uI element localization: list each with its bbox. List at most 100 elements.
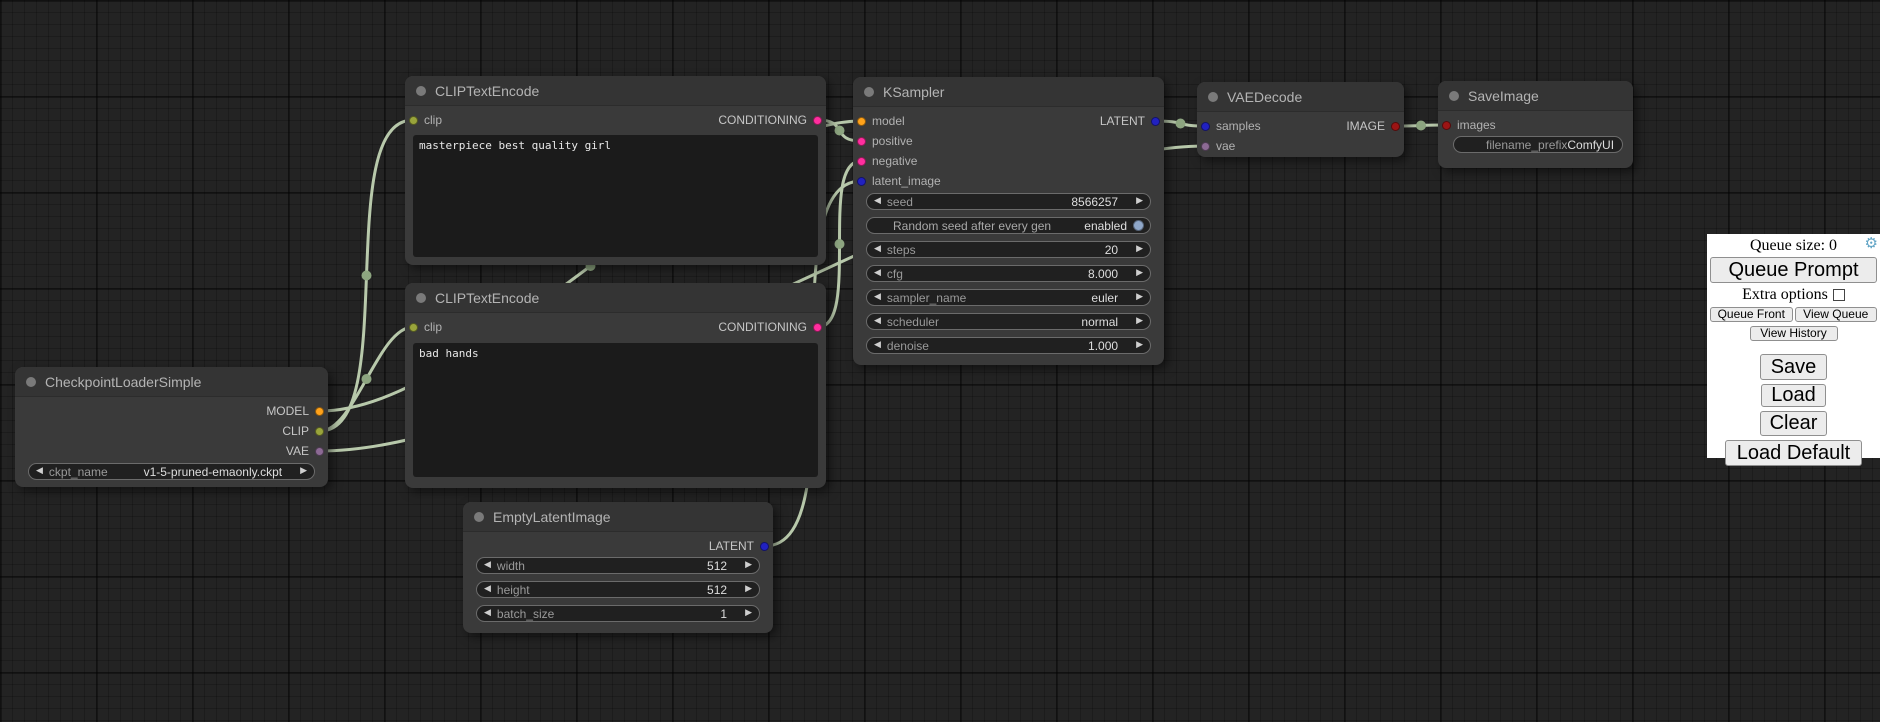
increment-arrow-icon[interactable] [300, 467, 307, 476]
node-save-image[interactable]: SaveImage images filename_prefix ComfyUI [1438, 81, 1633, 168]
decrement-arrow-icon[interactable] [484, 585, 491, 594]
output-label: IMAGE [1346, 119, 1385, 133]
widget-seed[interactable]: seed 8566257 [866, 193, 1151, 210]
input-slot-positive[interactable] [857, 137, 866, 146]
load-default-button[interactable]: Load Default [1725, 440, 1862, 466]
decrement-arrow-icon[interactable] [874, 341, 881, 350]
output-slot-latent[interactable] [760, 542, 769, 551]
output-slot-vae[interactable] [315, 447, 324, 456]
input-slot-negative[interactable] [857, 157, 866, 166]
decrement-arrow-icon[interactable] [874, 317, 881, 326]
node-collapse-dot[interactable] [864, 87, 874, 97]
increment-arrow-icon[interactable] [1136, 269, 1143, 278]
decrement-arrow-icon[interactable] [874, 293, 881, 302]
increment-arrow-icon[interactable] [1136, 317, 1143, 326]
decrement-arrow-icon[interactable] [874, 269, 881, 278]
output-label: LATENT [1100, 114, 1145, 128]
link-midpoint-dot[interactable] [362, 271, 372, 281]
widget-filename-prefix[interactable]: filename_prefix ComfyUI [1453, 136, 1623, 153]
widget-width[interactable]: width 512 [476, 557, 760, 574]
widget-ckpt-name[interactable]: ckpt_name v1-5-pruned-emaonly.ckpt [28, 463, 315, 480]
settings-gear-icon[interactable]: ⚙ [1865, 236, 1878, 251]
widget-cfg[interactable]: cfg 8.000 [866, 265, 1151, 282]
input-slot-latent-image[interactable] [857, 177, 866, 186]
node-collapse-dot[interactable] [416, 293, 426, 303]
node-clip-text-encode-positive[interactable]: CLIPTextEncode clip CONDITIONING masterp… [405, 76, 826, 265]
node-title-bar[interactable]: VAEDecode [1197, 82, 1404, 112]
increment-arrow-icon[interactable] [745, 585, 752, 594]
node-title-bar[interactable]: SaveImage [1438, 81, 1633, 111]
extra-options-label: Extra options [1742, 286, 1828, 304]
node-title-bar[interactable]: KSampler [853, 77, 1164, 107]
output-label: VAE [286, 444, 309, 458]
node-collapse-dot[interactable] [416, 86, 426, 96]
clear-button[interactable]: Clear [1760, 411, 1828, 436]
extra-options-checkbox[interactable] [1833, 289, 1845, 301]
node-title-bar[interactable]: CLIPTextEncode [405, 76, 826, 106]
widget-sampler-name[interactable]: sampler_name euler [866, 289, 1151, 306]
output-slot-image[interactable] [1391, 122, 1400, 131]
node-title-bar[interactable]: CheckpointLoaderSimple [15, 367, 328, 397]
prompt-textarea[interactable]: masterpiece best quality girl [413, 135, 818, 257]
decrement-arrow-icon[interactable] [484, 609, 491, 618]
queue-front-button[interactable]: Queue Front [1710, 307, 1793, 322]
view-queue-button[interactable]: View Queue [1795, 307, 1878, 322]
output-label: CONDITIONING [718, 320, 807, 334]
node-checkpoint-loader[interactable]: CheckpointLoaderSimple MODEL CLIP VAE ck… [15, 367, 328, 487]
prompt-textarea[interactable]: bad hands [413, 343, 818, 477]
node-vae-decode[interactable]: VAEDecode samples IMAGE vae [1197, 82, 1404, 157]
node-ksampler[interactable]: KSampler model LATENT positive negative … [853, 77, 1164, 365]
node-empty-latent-image[interactable]: EmptyLatentImage LATENT width 512 height… [463, 502, 773, 633]
node-collapse-dot[interactable] [26, 377, 36, 387]
output-slot-conditioning[interactable] [813, 323, 822, 332]
output-slot-model[interactable] [315, 407, 324, 416]
save-button[interactable]: Save [1760, 354, 1828, 380]
link-midpoint-dot[interactable] [835, 239, 845, 249]
widget-steps[interactable]: steps 20 [866, 241, 1151, 258]
output-label: MODEL [266, 404, 309, 418]
node-collapse-dot[interactable] [474, 512, 484, 522]
output-slot-conditioning[interactable] [813, 116, 822, 125]
input-label: model [872, 114, 905, 128]
node-collapse-dot[interactable] [1208, 92, 1218, 102]
toggle-on-dot[interactable] [1133, 220, 1144, 231]
output-slot-latent[interactable] [1151, 117, 1160, 126]
decrement-arrow-icon[interactable] [874, 245, 881, 254]
link-midpoint-dot[interactable] [362, 374, 372, 384]
input-slot-vae[interactable] [1201, 142, 1210, 151]
view-history-button[interactable]: View History [1750, 326, 1838, 341]
widget-batch-size[interactable]: batch_size 1 [476, 605, 760, 622]
input-slot-clip[interactable] [409, 116, 418, 125]
link-midpoint-dot[interactable] [835, 126, 845, 136]
queue-prompt-button[interactable]: Queue Prompt [1710, 257, 1877, 283]
input-slot-images[interactable] [1442, 121, 1451, 130]
input-label: vae [1216, 139, 1235, 153]
output-slot-clip[interactable] [315, 427, 324, 436]
node-clip-text-encode-negative[interactable]: CLIPTextEncode clip CONDITIONING bad han… [405, 283, 826, 488]
output-label: CLIP [282, 424, 309, 438]
node-title-bar[interactable]: EmptyLatentImage [463, 502, 773, 532]
input-slot-samples[interactable] [1201, 122, 1210, 131]
increment-arrow-icon[interactable] [1136, 293, 1143, 302]
decrement-arrow-icon[interactable] [874, 197, 881, 206]
input-slot-model[interactable] [857, 117, 866, 126]
link-midpoint-dot[interactable] [1416, 121, 1426, 131]
node-title-bar[interactable]: CLIPTextEncode [405, 283, 826, 313]
decrement-arrow-icon[interactable] [484, 561, 491, 570]
widget-height[interactable]: height 512 [476, 581, 760, 598]
node-collapse-dot[interactable] [1449, 91, 1459, 101]
increment-arrow-icon[interactable] [745, 561, 752, 570]
load-button[interactable]: Load [1761, 384, 1826, 407]
link-wire-clip-negative [320, 327, 413, 431]
increment-arrow-icon[interactable] [745, 609, 752, 618]
input-slot-clip[interactable] [409, 323, 418, 332]
increment-arrow-icon[interactable] [1136, 197, 1143, 206]
decrement-arrow-icon[interactable] [36, 467, 43, 476]
widget-random-seed-toggle[interactable]: Random seed after every gen enabled [866, 217, 1151, 234]
node-graph-canvas[interactable]: CheckpointLoaderSimple MODEL CLIP VAE ck… [0, 0, 1880, 722]
widget-scheduler[interactable]: scheduler normal [866, 313, 1151, 330]
widget-denoise[interactable]: denoise 1.000 [866, 337, 1151, 354]
link-midpoint-dot[interactable] [1176, 119, 1186, 129]
increment-arrow-icon[interactable] [1136, 341, 1143, 350]
increment-arrow-icon[interactable] [1136, 245, 1143, 254]
